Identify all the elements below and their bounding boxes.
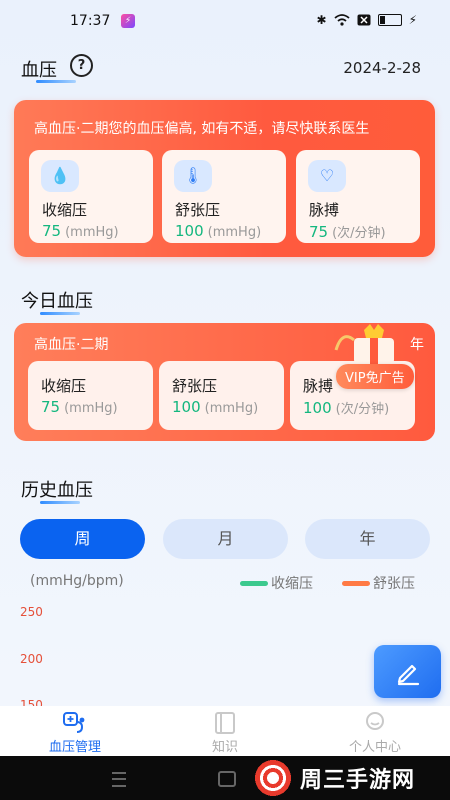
metric-value: 75 (次/分钟): [309, 223, 386, 241]
legend-systolic: 收缩压: [240, 573, 313, 593]
today-underline: [40, 312, 80, 315]
notification-app-icon: ⚡: [121, 14, 135, 28]
metric-value: 75 (mmHg): [41, 398, 118, 416]
nav-profile[interactable]: 个人中心: [325, 706, 425, 756]
app-screen: 17:37 ⚡ ✱ ⚡ 血压 ? 2024-2-28 高血压·二期您的血压偏高,…: [0, 0, 450, 800]
today-title: 今日血压: [21, 291, 93, 312]
today-metric-systolic: 收缩压 75 (mmHg): [28, 361, 153, 430]
nav-bp-management[interactable]: 血压管理: [25, 706, 125, 756]
bluetooth-icon: ✱: [316, 13, 327, 27]
metric-label: 收缩压: [42, 201, 88, 219]
watermark-text: 周三手游网: [300, 768, 416, 793]
heart-pulse-icon: ♡: [308, 160, 346, 192]
bp-alert-card[interactable]: 高血压·二期您的血压偏高, 如有不适，请尽快联系医生 💧 收缩压 75 (mmHg…: [14, 100, 435, 257]
charging-icon: ⚡: [408, 13, 417, 27]
tab-month[interactable]: 月: [163, 519, 288, 559]
metric-value: 100 (mmHg): [172, 398, 259, 416]
alert-message: 高血压·二期您的血压偏高, 如有不适，请尽快联系医生: [34, 121, 370, 137]
home-icon[interactable]: [218, 771, 236, 787]
stethoscope-icon: [63, 712, 85, 733]
y-tick-label: 200: [20, 652, 43, 666]
nav-label: 个人中心: [348, 740, 401, 755]
battery-icon: [377, 14, 402, 26]
metric-label: 收缩压: [41, 377, 87, 395]
nav-knowledge[interactable]: 知识: [175, 706, 275, 756]
today-stage: 高血压·二期: [34, 337, 109, 353]
history-title: 历史血压: [21, 480, 93, 501]
vip-no-ads-badge[interactable]: VIP免广告: [336, 364, 414, 389]
y-tick-label: 150: [20, 698, 43, 706]
site-watermark: 周三手游网: [254, 757, 415, 799]
chart-unit-label: (mmHg/bpm): [30, 573, 124, 589]
tab-year[interactable]: 年: [305, 519, 430, 559]
blood-drop-icon: 💧: [41, 160, 79, 192]
tab-week[interactable]: 周: [20, 519, 145, 559]
add-record-button[interactable]: [374, 645, 441, 698]
legend-swatch: [342, 580, 370, 586]
metric-label: 脉搏: [309, 201, 340, 219]
metric-value: 75 (mmHg): [42, 222, 119, 240]
metric-value: 100 (次/分钟): [303, 399, 390, 417]
metric-diastolic: 🌡 舒张压 100 (mmHg): [162, 150, 286, 243]
metric-value: 100 (mmHg): [175, 222, 262, 240]
user-icon: [366, 712, 384, 730]
metric-systolic: 💧 收缩压 75 (mmHg): [29, 150, 153, 243]
y-tick-label: 250: [20, 605, 43, 619]
watermark-logo-icon: [254, 759, 292, 797]
metric-label: 脉搏: [303, 377, 334, 395]
wifi-icon: [333, 14, 350, 26]
legend-label: 舒张压: [373, 576, 415, 592]
metric-pulse: ♡ 脉搏 75 (次/分钟): [296, 150, 420, 243]
title-underline: [36, 80, 76, 83]
legend-swatch: [240, 580, 268, 586]
nav-label: 血压管理: [48, 740, 101, 755]
legend-diastolic: 舒张压: [342, 573, 415, 593]
page-title: 血压: [21, 60, 57, 81]
bottom-nav: 血压管理 知识 个人中心: [0, 706, 450, 756]
sim-off-icon: [357, 14, 371, 26]
today-metric-diastolic: 舒张压 100 (mmHg): [159, 361, 284, 430]
legend-label: 收缩压: [271, 576, 313, 592]
help-icon[interactable]: ?: [70, 54, 93, 77]
gift-box-icon[interactable]: [332, 320, 416, 364]
nav-label: 知识: [211, 740, 238, 755]
metric-label: 舒张压: [175, 201, 221, 219]
metric-label: 舒张压: [172, 377, 218, 395]
status-time: 17:37: [70, 13, 111, 29]
book-icon: [215, 712, 235, 734]
history-underline: [40, 501, 80, 504]
menu-icon[interactable]: [112, 772, 126, 787]
period-tabs: 周 月 年: [20, 519, 430, 559]
current-date[interactable]: 2024-2-28: [343, 59, 421, 77]
system-icons: ✱ ⚡: [317, 13, 418, 27]
status-bar: 17:37 ⚡ ✱ ⚡: [0, 0, 450, 44]
thermometer-icon: 🌡: [174, 160, 212, 192]
edit-pencil-icon: [397, 664, 419, 686]
